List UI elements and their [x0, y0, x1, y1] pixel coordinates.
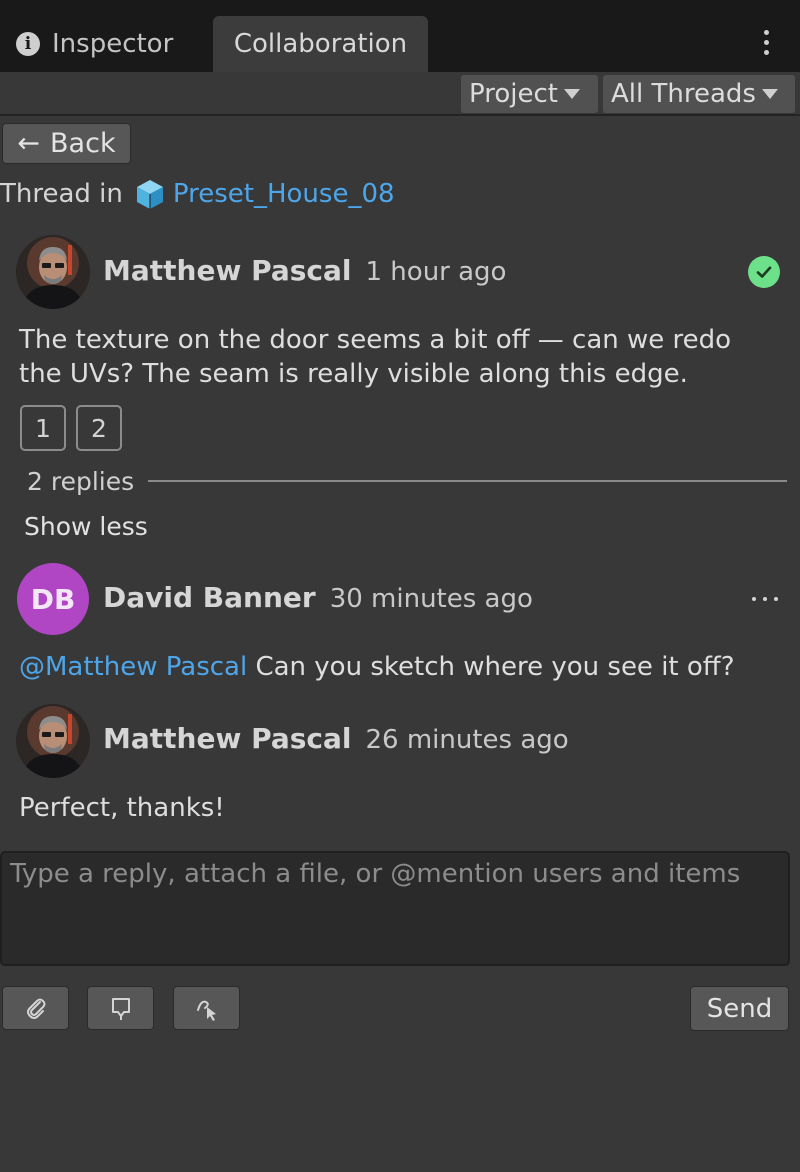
replies-count: 2 replies — [27, 466, 135, 496]
reply-header: Matthew Pascal 26 minutes ago — [103, 722, 569, 755]
tab-bar: i Inspector Collaboration — [0, 0, 800, 72]
info-icon: i — [16, 32, 40, 56]
avatar — [16, 704, 90, 778]
annotation-chip-1[interactable]: 1 — [20, 405, 66, 451]
filter-toolbar: Project All Threads — [0, 72, 800, 116]
thread-in-label: Thread in — [0, 179, 123, 209]
paperclip-icon — [26, 998, 45, 1019]
thread-context: Thread in Preset_House_08 — [0, 175, 395, 213]
comment-header: Matthew Pascal 1 hour ago — [103, 254, 506, 287]
avatar-initials: DB — [17, 563, 89, 635]
project-dropdown-label: Project — [469, 79, 558, 109]
reply-body: Perfect, thanks! — [19, 793, 225, 823]
avatar — [16, 235, 90, 309]
reply-header: David Banner 30 minutes ago — [103, 581, 533, 614]
comment-body: The texture on the door seems a bit off … — [19, 325, 732, 389]
tab-collaboration[interactable]: Collaboration — [213, 16, 428, 72]
more-horizontal-icon[interactable] — [752, 594, 778, 604]
show-less-link[interactable]: Show less — [24, 512, 148, 541]
reply-body: @Matthew Pascal Can you sketch where you… — [19, 650, 735, 684]
timestamp: 1 hour ago — [365, 257, 507, 287]
author-name[interactable]: David Banner — [103, 581, 316, 614]
tab-inspector[interactable]: i Inspector — [16, 16, 173, 72]
divider-line — [148, 480, 787, 482]
author-name[interactable]: Matthew Pascal — [103, 254, 352, 287]
threads-dropdown-label: All Threads — [611, 79, 756, 109]
more-options-icon[interactable] — [756, 30, 776, 60]
caret-down-icon — [761, 89, 778, 99]
arrow-left-icon: ← — [17, 128, 41, 159]
reply-text: Can you sketch where you see it off? — [247, 652, 735, 682]
annotation-pin-icon — [111, 998, 130, 1020]
prefab-cube-icon — [136, 180, 163, 209]
timestamp: 26 minutes ago — [365, 725, 569, 755]
sketch-button[interactable] — [173, 986, 240, 1030]
attach-file-button[interactable] — [2, 986, 69, 1030]
add-annotation-button[interactable] — [87, 986, 154, 1030]
timestamp: 30 minutes ago — [329, 584, 533, 614]
send-button[interactable]: Send — [690, 986, 789, 1031]
tab-inspector-label: Inspector — [52, 29, 174, 59]
caret-down-icon — [563, 89, 580, 99]
resolved-check-icon[interactable] — [748, 256, 780, 288]
user-mention-link[interactable]: @Matthew Pascal — [19, 652, 247, 682]
reply-input[interactable] — [0, 851, 790, 966]
tab-collaboration-label: Collaboration — [233, 29, 408, 59]
annotation-chip-2[interactable]: 2 — [76, 405, 122, 451]
replies-divider: 2 replies — [27, 463, 787, 499]
back-button-label: Back — [50, 128, 116, 159]
back-button[interactable]: ← Back — [2, 123, 131, 164]
project-dropdown[interactable]: Project — [461, 75, 598, 113]
author-name[interactable]: Matthew Pascal — [103, 722, 352, 755]
threads-filter-dropdown[interactable]: All Threads — [603, 75, 795, 113]
asset-link[interactable]: Preset_House_08 — [173, 179, 395, 209]
sketch-icon — [196, 1000, 216, 1021]
